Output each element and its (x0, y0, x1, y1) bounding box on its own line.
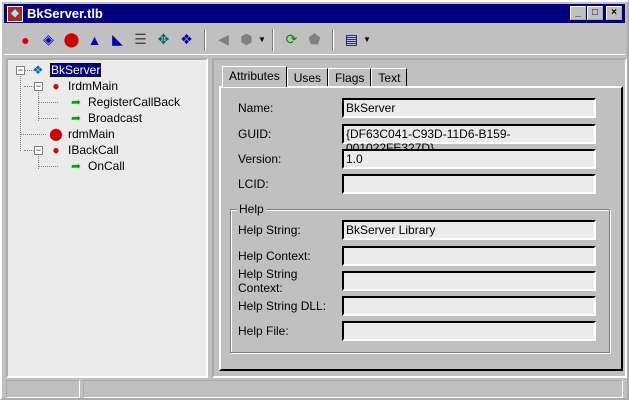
tree-node-method[interactable]: ➦ Broadcast (68, 110, 142, 126)
tree-node-method[interactable]: ➦ RegisterCallBack (68, 94, 180, 110)
version-label: Version: (238, 152, 282, 166)
name-label: Name: (238, 101, 274, 115)
coclass-icon: ⬤ (49, 127, 63, 141)
method-icon: ➦ (70, 111, 82, 125)
help-string-dll-field[interactable] (342, 296, 596, 316)
new-method-button[interactable]: ◀ (212, 29, 235, 51)
guid-label: GUID: (238, 127, 272, 141)
maximize-button[interactable]: □ (587, 6, 603, 20)
tree-node-interface[interactable]: ● IBackCall (48, 142, 118, 158)
view-icon: ▤ (344, 31, 359, 47)
method-icon: ➦ (70, 159, 82, 173)
tree-node-method[interactable]: ➦ OnCall (68, 158, 125, 174)
new-coclass-button[interactable]: ⬤ (60, 29, 83, 51)
new-enum-button[interactable]: ▲ (83, 29, 106, 51)
main-window: ◆ BkServer.tlb _ □ × ● ◈ ⬤ ▲ ◣ ☰ ✥ ❖ ◀ ⬢… (0, 0, 629, 400)
help-context-field[interactable] (342, 246, 596, 266)
window-title: BkServer.tlb (27, 6, 103, 21)
back-icon: ◀ (218, 31, 229, 47)
method-icon: ➦ (70, 95, 82, 109)
typedef-icon: ✥ (157, 31, 170, 47)
refresh-icon: ⟳ (285, 31, 298, 47)
help-group-title: Help (237, 202, 266, 216)
toolbar: ● ◈ ⬤ ▲ ◣ ☰ ✥ ❖ ◀ ⬢ ▼ ⟳ ⬟ ▤ ▼ (4, 25, 625, 55)
new-record-button[interactable]: ☰ (129, 29, 152, 51)
new-alias-button[interactable]: ✥ (152, 29, 175, 51)
library-icon: ❖ (32, 63, 44, 77)
collapse-toggle[interactable]: − (16, 66, 25, 75)
new-union-button[interactable]: ❖ (175, 29, 198, 51)
collapse-toggle[interactable]: − (34, 82, 43, 91)
pin-icon: ● (21, 31, 30, 48)
app-icon: ◆ (7, 5, 23, 22)
collapse-toggle[interactable]: − (34, 146, 43, 155)
cone-icon: ▲ (87, 31, 102, 48)
lcid-label: LCID: (238, 177, 269, 191)
help-string-dll-label: Help String DLL: (238, 299, 327, 313)
new-dispinterface-button[interactable]: ◈ (37, 29, 60, 51)
refresh-button[interactable]: ⟳ (280, 29, 303, 51)
export-icon: ⬟ (308, 31, 321, 47)
version-field[interactable]: 1.0 (342, 149, 596, 169)
coclass-icon: ⬤ (63, 31, 80, 47)
close-button[interactable]: × (606, 6, 622, 20)
export-dropdown[interactable]: ▼ (363, 29, 371, 51)
interface-icon: ◈ (43, 31, 54, 47)
help-string-context-field[interactable] (342, 271, 596, 291)
module-icon: ◣ (112, 31, 123, 47)
tab-attributes[interactable]: Attributes (222, 66, 287, 87)
status-pane (83, 380, 623, 398)
help-string-label: Help String: (238, 223, 301, 237)
lcid-field[interactable] (342, 174, 596, 194)
help-file-field[interactable] (342, 321, 596, 341)
status-pane (6, 380, 80, 398)
details-panel: Attributes Uses Flags Text Name: BkServer… (212, 58, 627, 378)
toolbar-separator (332, 28, 334, 51)
toolbar-separator (204, 28, 206, 51)
tree-node-root[interactable]: ❖ BkServer (30, 62, 103, 78)
help-file-label: Help File: (238, 324, 289, 338)
attributes-page: Name: BkServer GUID: {DF63C041-C93D-11D6-B… (219, 86, 623, 371)
tab-text[interactable]: Text (371, 68, 408, 86)
help-context-label: Help Context: (238, 249, 311, 263)
pin-icon: ● (52, 143, 60, 157)
title-bar: ◆ BkServer.tlb _ □ × (4, 4, 625, 23)
register-button[interactable]: ⬟ (303, 29, 326, 51)
library-icon: ❖ (180, 31, 193, 47)
tree-node-coclass[interactable]: ⬤ rdmMain (48, 126, 114, 142)
tab-uses[interactable]: Uses (286, 68, 329, 86)
new-property-button[interactable]: ⬢ (235, 29, 258, 51)
new-interface-button[interactable]: ● (14, 29, 37, 51)
tab-strip: Attributes Uses Flags Text (222, 66, 408, 87)
property-dropdown[interactable]: ▼ (258, 29, 266, 51)
pin-icon: ● (52, 79, 60, 93)
export-button[interactable]: ▤ (340, 29, 363, 51)
type-library-tree[interactable]: − − − ❖ BkServer ● IrdmMain ➦ RegisterCallB… (6, 58, 208, 378)
toolbar-separator (272, 28, 274, 51)
status-bar (6, 380, 625, 398)
minimize-button[interactable]: _ (570, 6, 586, 20)
forward-icon: ⬢ (240, 31, 253, 47)
layers-icon: ☰ (134, 31, 147, 47)
help-string-context-label: Help String Context: (238, 267, 298, 295)
guid-field[interactable]: {DF63C041-C93D-11D6-B159-001022FE327D} (342, 124, 596, 155)
new-module-button[interactable]: ◣ (106, 29, 129, 51)
tab-flags[interactable]: Flags (328, 68, 372, 86)
name-field[interactable]: BkServer (342, 98, 596, 118)
tree-node-interface[interactable]: ● IrdmMain (48, 78, 118, 94)
help-string-field[interactable]: BkServer Library (342, 220, 596, 240)
